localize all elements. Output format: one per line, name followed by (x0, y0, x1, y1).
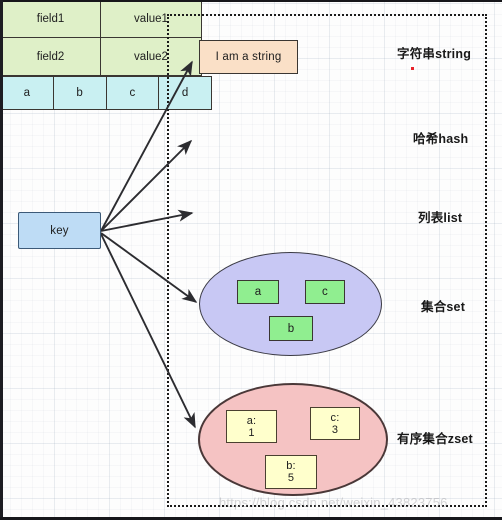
zset-item-c-member: c: (330, 411, 340, 424)
zset-item-a: a: 1 (226, 410, 277, 443)
arrow-key-to-string (100, 60, 193, 232)
zset-item-c-score: 3 (331, 423, 339, 436)
key-node[interactable]: key (18, 212, 101, 249)
set-item-b: b (269, 316, 313, 341)
zset-item-b-member: b: (286, 460, 296, 472)
set-item-a: a (237, 280, 279, 304)
watermark: https://blog.csdn.net/weixin_43823756 (219, 495, 448, 510)
zset-item-c: c: 3 (310, 407, 360, 440)
label-hash: 哈希hash (413, 132, 469, 146)
label-list: 列表list (418, 211, 463, 225)
label-set: 集合set (421, 300, 466, 314)
arrow-key-to-hash (100, 139, 193, 232)
red-dot-marker (411, 67, 414, 70)
zset-item-b-score: 5 (287, 472, 295, 484)
arrow-key-to-set (100, 232, 198, 303)
label-zset: 有序集合zset (397, 432, 473, 446)
string-value-label: I am a string (215, 51, 282, 63)
zset-item-a-member: a: (246, 414, 257, 427)
set-ellipse[interactable]: a c b (199, 252, 382, 356)
set-item-c: c (305, 280, 345, 304)
arrow-key-to-zset (100, 233, 196, 429)
diagram-canvas: key I am a string field1 value1 field2 v… (0, 0, 502, 520)
zset-item-b: b: 5 (265, 455, 317, 489)
key-node-label: key (50, 224, 69, 237)
label-string: 字符串string (397, 47, 472, 61)
arrow-key-to-list (100, 209, 194, 232)
zset-ellipse[interactable]: a: 1 c: 3 b: 5 (198, 383, 388, 496)
zset-item-a-score: 1 (248, 426, 255, 439)
string-value-box[interactable]: I am a string (199, 40, 298, 74)
